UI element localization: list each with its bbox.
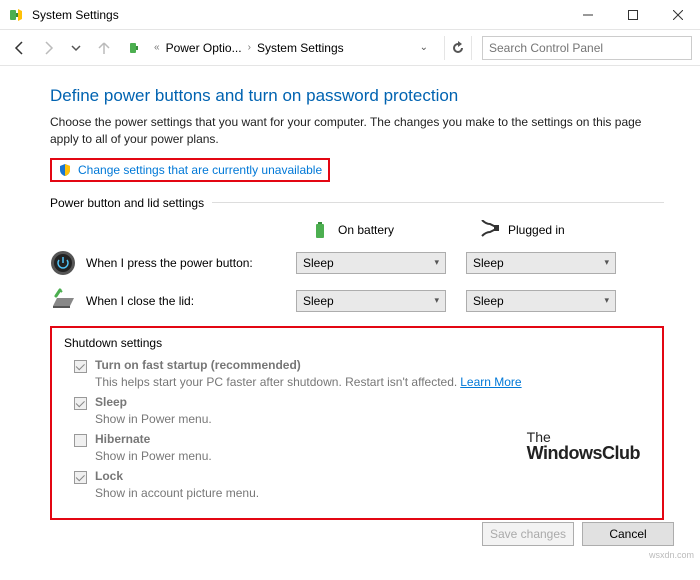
lid-icon (50, 288, 76, 314)
breadcrumb-system-settings[interactable]: System Settings (257, 41, 344, 55)
close-lid-battery-dropdown[interactable]: Sleep▾ (296, 290, 446, 312)
shutdown-settings-highlight: Shutdown settings Turn on fast startup (… (50, 326, 664, 520)
up-button[interactable] (92, 36, 116, 60)
footer-buttons: Save changes Cancel (482, 522, 674, 546)
battery-icon (310, 220, 330, 240)
close-lid-row: When I close the lid: Sleep▾ Sleep▾ (50, 288, 664, 314)
maximize-button[interactable] (610, 0, 655, 30)
close-button[interactable] (655, 0, 700, 30)
learn-more-link[interactable]: Learn More (460, 375, 521, 389)
fast-startup-checkbox[interactable] (74, 360, 87, 373)
on-battery-header: On battery (310, 220, 480, 240)
hibernate-checkbox[interactable] (74, 434, 87, 447)
close-lid-label: When I close the lid: (86, 294, 296, 308)
app-icon (8, 7, 24, 23)
search-input[interactable] (482, 36, 692, 60)
plugged-in-label: Plugged in (508, 223, 565, 237)
sleep-label: Sleep (95, 395, 127, 409)
breadcrumb-separator: « (154, 42, 160, 53)
fast-startup-label: Turn on fast startup (recommended) (95, 358, 301, 372)
power-options-icon (128, 40, 144, 56)
breadcrumb-dropdown-icon[interactable]: ⌄ (420, 42, 428, 53)
watermark: The WindowsClub (527, 430, 640, 462)
plug-icon (480, 220, 500, 240)
chevron-down-icon: ▾ (434, 295, 439, 306)
shield-icon (58, 163, 72, 177)
chevron-down-icon: ▾ (434, 257, 439, 268)
sleep-checkbox[interactable] (74, 397, 87, 410)
shutdown-section-title: Shutdown settings (64, 336, 162, 350)
change-settings-highlight: Change settings that are currently unava… (50, 158, 330, 182)
watermark-line2: WindowsClub (527, 444, 640, 462)
close-lid-plugged-dropdown[interactable]: Sleep▾ (466, 290, 616, 312)
plugged-in-header: Plugged in (480, 220, 650, 240)
titlebar: System Settings (0, 0, 700, 30)
cancel-button[interactable]: Cancel (582, 522, 674, 546)
refresh-button[interactable] (444, 36, 472, 60)
power-button-plugged-dropdown[interactable]: Sleep▾ (466, 252, 616, 274)
change-settings-link[interactable]: Change settings that are currently unava… (78, 163, 322, 177)
recent-locations-dropdown[interactable] (64, 36, 88, 60)
sleep-description: Show in Power menu. (95, 412, 650, 426)
chevron-down-icon: ▾ (604, 257, 609, 268)
forward-button[interactable] (36, 36, 60, 60)
watermark-line1: The (527, 430, 640, 444)
power-button-section-title: Power button and lid settings (50, 196, 204, 210)
breadcrumb-power-options[interactable]: Power Optio... (166, 41, 242, 55)
power-button-row: When I press the power button: Sleep▾ Sl… (50, 250, 664, 276)
lock-description: Show in account picture menu. (95, 486, 650, 500)
lock-checkbox[interactable] (74, 471, 87, 484)
on-battery-label: On battery (338, 223, 394, 237)
page-heading: Define power buttons and turn on passwor… (50, 86, 664, 106)
page-description: Choose the power settings that you want … (50, 114, 664, 148)
divider (212, 202, 664, 203)
minimize-button[interactable] (565, 0, 610, 30)
window-title: System Settings (32, 8, 565, 22)
save-changes-button[interactable]: Save changes (482, 522, 574, 546)
navbar: « Power Optio... › System Settings ⌄ (0, 30, 700, 66)
back-button[interactable] (8, 36, 32, 60)
power-button-label: When I press the power button: (86, 256, 296, 270)
power-button-section-header: Power button and lid settings (50, 196, 664, 210)
breadcrumb-chevron-icon[interactable]: › (248, 42, 251, 53)
chevron-down-icon: ▾ (604, 295, 609, 306)
power-button-icon (50, 250, 76, 276)
content-area: Define power buttons and turn on passwor… (0, 66, 700, 580)
hibernate-label: Hibernate (95, 432, 150, 446)
lock-label: Lock (95, 469, 123, 483)
fast-startup-description: This helps start your PC faster after sh… (95, 375, 650, 389)
attribution-text: wsxdn.com (649, 550, 694, 560)
power-button-battery-dropdown[interactable]: Sleep▾ (296, 252, 446, 274)
